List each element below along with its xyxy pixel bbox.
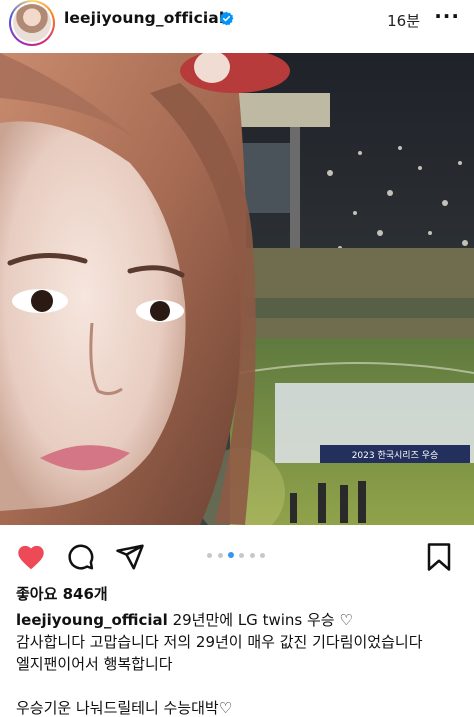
post-header: leejiyoung_official 16분 ··· <box>0 0 474 52</box>
banner-text: 2023 한국시리즈 우승 <box>352 450 439 461</box>
more-options-icon[interactable]: ··· <box>434 6 460 26</box>
comment-icon[interactable] <box>65 542 95 572</box>
caption-line: 우승기운 나눠드릴테니 수능대박♡ <box>16 699 233 717</box>
action-bar <box>0 534 474 578</box>
post-username[interactable]: leejiyoung_official <box>64 9 224 27</box>
verified-badge-icon <box>219 11 234 26</box>
post-caption: leejiyoung_official 29년만에 LG twins 우승 ♡ … <box>16 609 466 717</box>
carousel-dot <box>218 553 223 558</box>
send-icon[interactable] <box>115 542 145 572</box>
carousel-indicator <box>207 552 267 560</box>
carousel-dot <box>260 553 265 558</box>
stadium-selfie-illustration: 2023 한국시리즈 우승 <box>0 53 474 525</box>
carousel-dot <box>239 553 244 558</box>
like-count[interactable]: 좋아요 846개 <box>16 583 108 604</box>
carousel-dot <box>207 553 212 558</box>
carousel-dot <box>250 553 255 558</box>
caption-line: 엘지팬이어서 행복합니다 <box>16 655 173 673</box>
carousel-dot-active <box>228 552 234 558</box>
caption-text: 29년만에 LG twins 우승 ♡ <box>172 611 353 629</box>
avatar[interactable] <box>9 0 55 46</box>
bookmark-icon[interactable] <box>426 542 452 572</box>
caption-line: leejiyoung_official 29년만에 LG twins 우승 ♡ <box>16 609 466 631</box>
caption-username[interactable]: leejiyoung_official <box>16 611 168 629</box>
avatar-image <box>13 4 51 42</box>
caption-line: 감사합니다 고맙습니다 저의 29년이 매우 값진 기다림이었습니다 <box>16 633 423 651</box>
heart-filled-icon[interactable] <box>15 542 47 570</box>
post-image[interactable]: 2023 한국시리즈 우승 <box>0 53 474 525</box>
post-time: 16분 <box>387 12 420 30</box>
